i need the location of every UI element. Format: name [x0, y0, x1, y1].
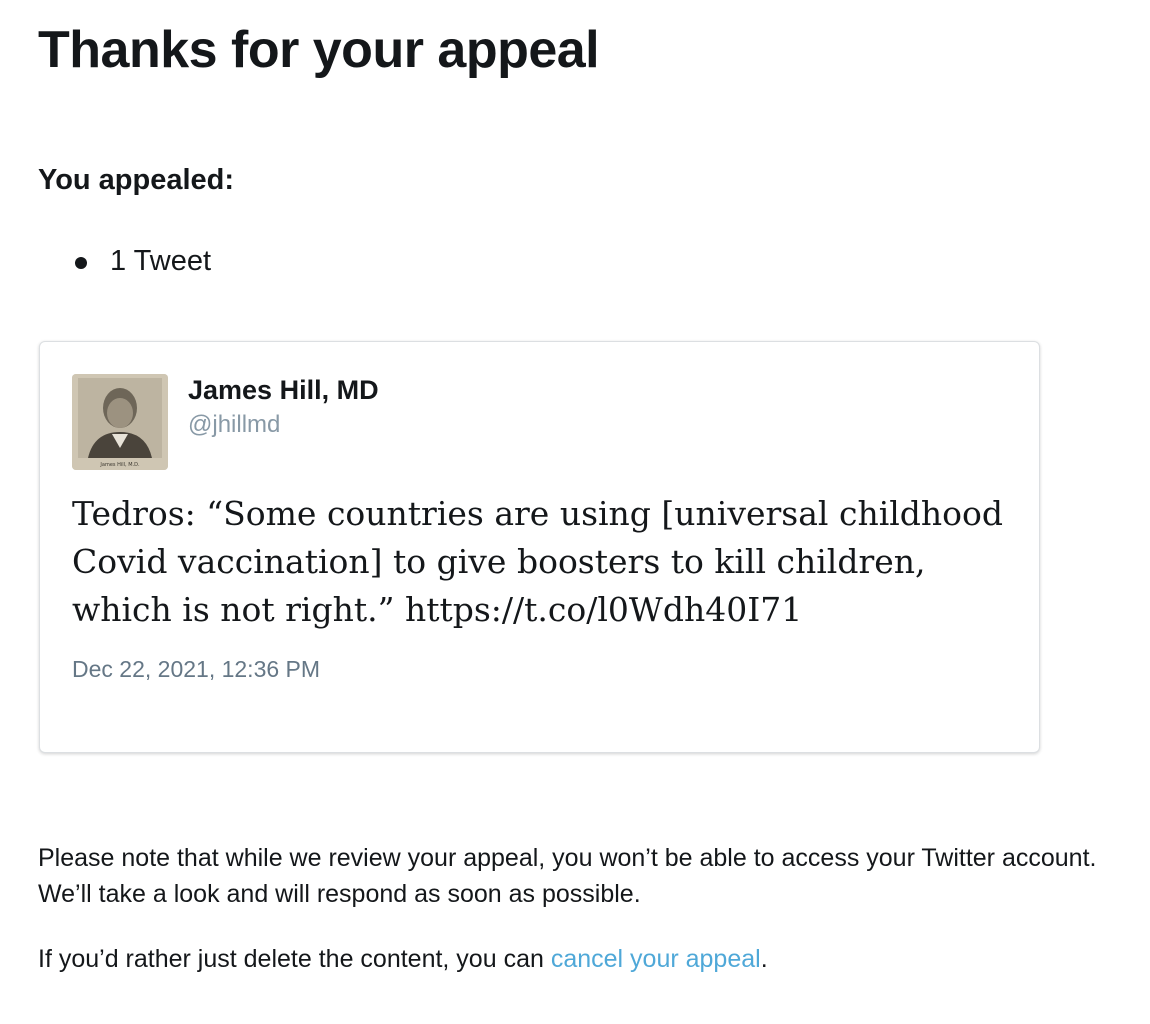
- bullet-icon: [75, 257, 87, 269]
- tweet-author-handle: @jhillmd: [188, 411, 281, 438]
- cancel-appeal-line: If you’d rather just delete the content,…: [38, 940, 768, 978]
- appealed-item-label: 1 Tweet: [110, 245, 212, 277]
- tweet-timestamp: Dec 22, 2021, 12:36 PM: [72, 656, 321, 682]
- review-notice: Please note that while we review your ap…: [38, 844, 1097, 908]
- tweet-text: Tedros: “Some countries are using [unive…: [72, 494, 1004, 629]
- tweet-card: James Hill, M.D. James Hill, MD @jhillmd…: [39, 341, 1040, 753]
- cancel-suffix: .: [760, 945, 768, 973]
- appealed-item: 1 Tweet: [38, 240, 211, 282]
- tweet-author-name: James Hill, MD: [188, 375, 379, 405]
- avatar-caption: James Hill, M.D.: [99, 462, 140, 468]
- appealed-label: You appealed:: [38, 164, 235, 196]
- avatar: James Hill, M.D.: [72, 374, 168, 470]
- appealed-items-list: 1 Tweet: [38, 240, 211, 282]
- cancel-appeal-link[interactable]: cancel your appeal: [551, 945, 761, 973]
- avatar-photo: James Hill, M.D.: [72, 374, 168, 470]
- cancel-prefix: If you’d rather just delete the content,…: [38, 945, 551, 973]
- page-title: Thanks for your appeal: [38, 21, 600, 79]
